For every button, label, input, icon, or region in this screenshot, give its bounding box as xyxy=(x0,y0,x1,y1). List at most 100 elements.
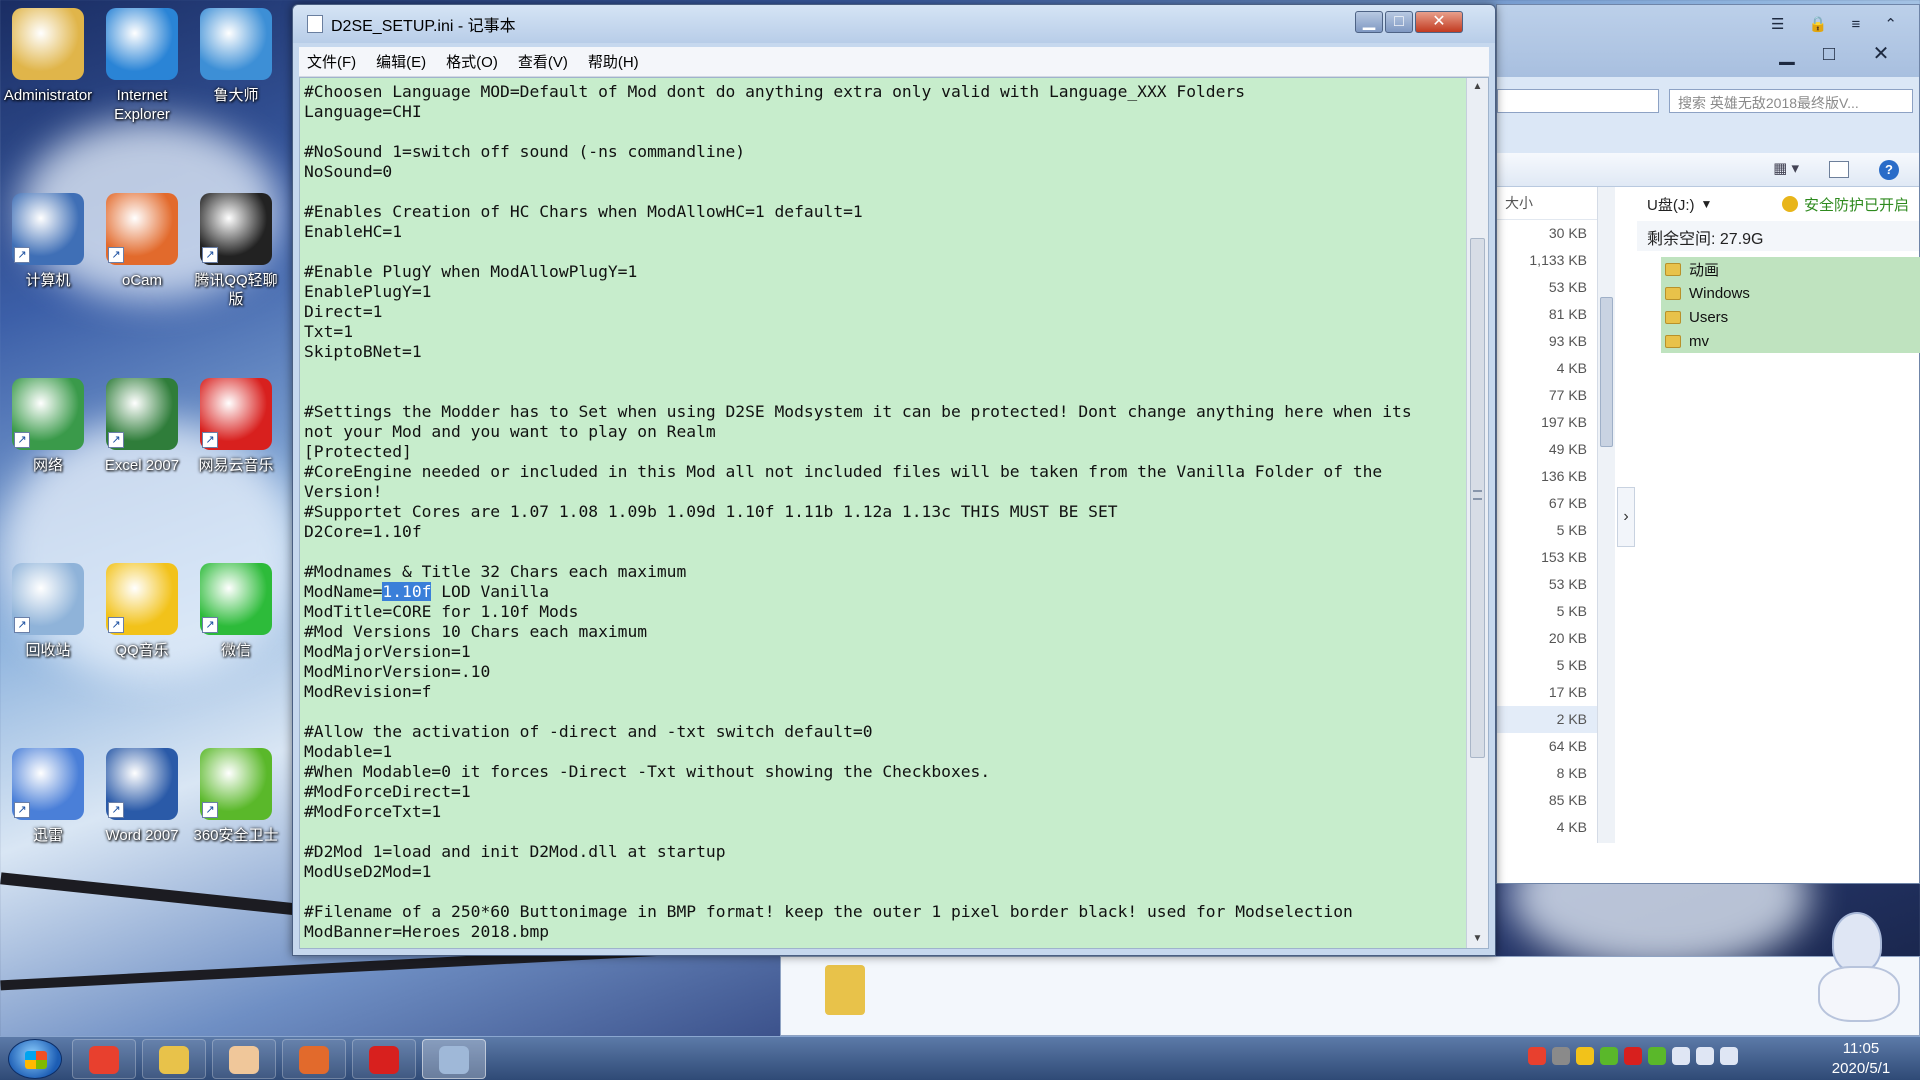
notepad-window[interactable]: D2SE_SETUP.ini - 记事本 ▁ □ ✕ 文件(F) 编辑(E) 格式(… xyxy=(292,4,1496,956)
text-line xyxy=(304,542,1462,562)
taskbar-app-button[interactable] xyxy=(142,1039,206,1079)
file-size-cell[interactable]: 77 KB xyxy=(1497,382,1597,409)
file-size-cell[interactable]: 30 KB xyxy=(1497,220,1597,247)
sogou-input-icon[interactable] xyxy=(1528,1047,1546,1065)
desktop-icon[interactable]: ↗ 计算机 xyxy=(0,193,96,290)
file-size-cell[interactable]: 5 KB xyxy=(1497,598,1597,625)
text-line: EnableHC=1 xyxy=(304,222,403,241)
explorer-quick-icons[interactable]: ☰ 🔒 ≡ ⌃ xyxy=(1771,15,1907,33)
file-size-cell[interactable]: 67 KB xyxy=(1497,490,1597,517)
explorer-search-input[interactable]: 搜索 英雄无敌2018最终版V... xyxy=(1669,89,1913,113)
menu-item[interactable]: 查看(V) xyxy=(518,51,568,72)
file-list-scrollbar[interactable] xyxy=(1597,187,1615,843)
folder-item[interactable]: mv xyxy=(1661,329,1920,353)
file-size-cell[interactable]: 53 KB xyxy=(1497,274,1597,301)
qq-icon[interactable] xyxy=(1576,1047,1594,1065)
taskbar-clock[interactable]: 11:05 2020/5/1 xyxy=(1806,1039,1916,1079)
360-icon[interactable] xyxy=(1648,1047,1666,1065)
scrollbar-thumb[interactable] xyxy=(1600,297,1613,447)
netease-music-icon[interactable] xyxy=(1624,1047,1642,1065)
notepad-titlebar[interactable]: D2SE_SETUP.ini - 记事本 ▁ □ ✕ xyxy=(293,5,1495,43)
explorer-address-bar[interactable] xyxy=(1497,89,1659,113)
preview-pane-icon[interactable] xyxy=(1829,161,1849,178)
scroll-up-icon[interactable]: ▲ xyxy=(1467,78,1488,96)
shortcut-arrow-icon: ↗ xyxy=(14,802,30,818)
menu-item[interactable]: 编辑(E) xyxy=(376,51,426,72)
close-button[interactable]: ✕ xyxy=(1415,11,1463,33)
usb-icon[interactable] xyxy=(1552,1047,1570,1065)
taskbar-app-button[interactable] xyxy=(352,1039,416,1079)
shortcut-arrow-icon: ↗ xyxy=(202,247,218,263)
explorer-titlebar[interactable]: ☰ 🔒 ≡ ⌃ ▁ □ ✕ xyxy=(1497,5,1919,77)
anime-figure-widget[interactable] xyxy=(1804,906,1914,1028)
file-size-cell[interactable]: 136 KB xyxy=(1497,463,1597,490)
desktop-icon[interactable]: ↗ oCam xyxy=(94,193,190,290)
nvidia-icon[interactable] xyxy=(1600,1047,1618,1065)
desktop-icon[interactable]: 鲁大师 xyxy=(188,8,284,105)
menu-item[interactable]: 帮助(H) xyxy=(588,51,639,72)
size-column-header[interactable]: 大小 xyxy=(1497,187,1597,220)
desktop-icon[interactable]: Internet Explorer xyxy=(94,8,190,124)
desktop-icon[interactable]: ↗ Excel 2007 xyxy=(94,378,190,475)
file-size-cell[interactable]: 5 KB xyxy=(1497,652,1597,679)
desktop-icon[interactable]: ↗ 网易云音乐 xyxy=(188,378,284,475)
file-size-cell[interactable]: 8 KB xyxy=(1497,760,1597,787)
folder-item[interactable]: Users xyxy=(1661,305,1920,329)
desktop-icon[interactable]: Administrator xyxy=(0,8,96,105)
file-size-cell[interactable]: 93 KB xyxy=(1497,328,1597,355)
file-size-cell[interactable]: 2 KB xyxy=(1497,706,1597,733)
explorer-minimize-button[interactable]: ▁ xyxy=(1769,43,1805,67)
file-size-cell[interactable]: 20 KB xyxy=(1497,625,1597,652)
display-icon[interactable] xyxy=(1720,1047,1738,1065)
desktop-icon[interactable]: ↗ 腾讯QQ轻聊版 xyxy=(188,193,284,309)
file-size-cell[interactable]: 85 KB xyxy=(1497,787,1597,814)
taskbar-app-button[interactable] xyxy=(282,1039,346,1079)
menu-item[interactable]: 格式(O) xyxy=(446,51,498,72)
file-size-cell[interactable]: 5 KB xyxy=(1497,517,1597,544)
notepad-text-area[interactable]: #Choosen Language MOD=Default of Mod don… xyxy=(299,77,1489,949)
secondary-window[interactable] xyxy=(780,956,1920,1036)
help-icon[interactable]: ? xyxy=(1879,160,1899,180)
explorer-toolbar: ? ▦ ▾ xyxy=(1497,153,1919,187)
minimize-button[interactable]: ▁ xyxy=(1355,11,1383,33)
file-size-cell[interactable]: 153 KB xyxy=(1497,544,1597,571)
explorer-maximize-button[interactable]: □ xyxy=(1811,43,1847,67)
network-icon[interactable] xyxy=(1696,1047,1714,1065)
volume-icon[interactable] xyxy=(1672,1047,1690,1065)
taskbar-app-button[interactable] xyxy=(72,1039,136,1079)
folder-item[interactable]: Windows xyxy=(1661,281,1920,305)
file-size-cell[interactable]: 4 KB xyxy=(1497,355,1597,382)
folder-item[interactable]: 动画 xyxy=(1661,257,1920,281)
drive-label[interactable]: U盘(J:) xyxy=(1647,194,1695,215)
scroll-down-icon[interactable]: ▼ xyxy=(1467,930,1488,948)
notepad-text[interactable]: #Choosen Language MOD=Default of Mod don… xyxy=(304,82,1462,942)
desktop-icon[interactable]: ↗ 微信 xyxy=(188,563,284,660)
explorer-close-button[interactable]: ✕ xyxy=(1863,43,1899,67)
desktop-icon[interactable]: ↗ QQ音乐 xyxy=(94,563,190,660)
file-size-cell[interactable]: 4 KB xyxy=(1497,814,1597,841)
taskbar-app-button[interactable] xyxy=(422,1039,486,1079)
maximize-button[interactable]: □ xyxy=(1385,11,1413,33)
file-size-cell[interactable]: 197 KB xyxy=(1497,409,1597,436)
file-size-cell[interactable]: 17 KB xyxy=(1497,679,1597,706)
view-options-icon[interactable]: ▦ ▾ xyxy=(1773,159,1799,177)
menu-item[interactable]: 文件(F) xyxy=(307,51,356,72)
desktop-icon[interactable]: ↗ Word 2007 xyxy=(94,748,190,845)
desktop-icon[interactable]: ↗ 网络 xyxy=(0,378,96,475)
file-size-cell[interactable]: 53 KB xyxy=(1497,571,1597,598)
desktop-icon[interactable]: ↗ 迅雷 xyxy=(0,748,96,845)
desktop-icon[interactable]: ↗ 回收站 xyxy=(0,563,96,660)
start-button[interactable] xyxy=(8,1039,62,1079)
taskbar-app-button[interactable] xyxy=(212,1039,276,1079)
desktop-icon[interactable]: ↗ 360安全卫士 xyxy=(188,748,284,845)
file-size-cell[interactable]: 1,133 KB xyxy=(1497,247,1597,274)
protection-status[interactable]: 安全防护已开启 xyxy=(1781,194,1909,215)
file-size-cell[interactable]: 64 KB xyxy=(1497,733,1597,760)
file-size-cell[interactable]: 81 KB xyxy=(1497,301,1597,328)
chevron-right-icon[interactable]: › xyxy=(1617,487,1635,547)
qq-penguin-icon: ↗ xyxy=(200,193,272,265)
chevron-down-icon[interactable]: ▼ xyxy=(1701,197,1713,211)
notepad-scrollbar[interactable]: ▲ ▼ xyxy=(1466,78,1488,948)
file-size-cell[interactable]: 49 KB xyxy=(1497,436,1597,463)
explorer-window[interactable]: ☰ 🔒 ≡ ⌃ ▁ □ ✕ 搜索 英雄无敌2018最终版V... ? ▦ ▾ 大… xyxy=(1496,4,1920,884)
